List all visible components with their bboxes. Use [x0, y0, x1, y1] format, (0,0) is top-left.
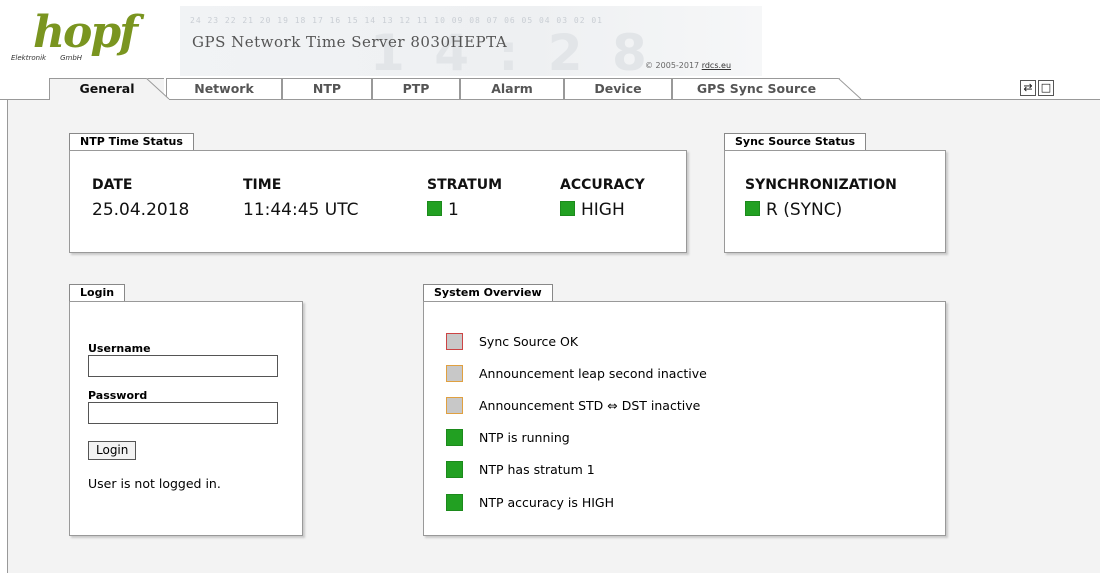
tab-ptp[interactable]: PTP — [372, 78, 460, 99]
sync-label: SYNCHRONIZATION — [745, 177, 897, 193]
overview-panel: Sync Source OK Announcement leap second … — [423, 301, 946, 536]
login-status-text: User is not logged in. — [88, 476, 221, 491]
login-panel: Username Password Login User is not logg… — [69, 301, 303, 536]
copyright-link[interactable]: rdcs.eu — [702, 61, 731, 70]
tab-ntp[interactable]: NTP — [282, 78, 372, 99]
time-value: 11:44:45 UTC — [243, 200, 359, 220]
status-indicator-icon — [446, 365, 463, 382]
tab-gps-sync-source[interactable]: GPS Sync Source — [672, 78, 840, 99]
stratum-label: STRATUM — [427, 177, 503, 193]
time-label: TIME — [243, 177, 282, 193]
username-input[interactable] — [88, 355, 278, 377]
overview-item-label: NTP accuracy is HIGH — [479, 495, 614, 510]
accuracy-value: HIGH — [560, 200, 625, 220]
overview-item: NTP is running — [446, 429, 570, 447]
status-indicator-icon — [446, 461, 463, 478]
tab-gps-corner — [838, 78, 862, 100]
sync-value-text: R (SYNC) — [766, 200, 843, 220]
overview-item-label: Announcement STD ⇔ DST inactive — [479, 398, 701, 413]
overview-item-label: NTP is running — [479, 430, 570, 445]
overview-item: Announcement leap second inactive — [446, 365, 707, 383]
accuracy-value-text: HIGH — [581, 200, 625, 220]
ntp-status-panel: DATE 25.04.2018 TIME 11:44:45 UTC STRATU… — [69, 150, 687, 253]
ntp-status-title: NTP Time Status — [69, 133, 194, 150]
status-indicator-icon — [446, 397, 463, 414]
tab-network[interactable]: Network — [166, 78, 282, 99]
overview-title: System Overview — [423, 284, 553, 301]
sync-value: R (SYNC) — [745, 200, 842, 220]
sync-status-panel: SYNCHRONIZATION R (SYNC) — [724, 150, 946, 253]
header: 24 23 22 21 20 19 18 17 16 15 14 13 12 1… — [0, 0, 1100, 82]
logo-subtext: Elektronik GmbH — [11, 54, 82, 62]
sync-status-icon — [745, 201, 760, 216]
accuracy-label: ACCURACY — [560, 177, 645, 193]
logo-word: hopf — [33, 7, 138, 58]
overview-item: Announcement STD ⇔ DST inactive — [446, 397, 700, 415]
overview-item: Sync Source OK — [446, 333, 578, 351]
copyright: © 2005-2017 rdcs.eu — [645, 61, 731, 70]
status-indicator-icon — [446, 429, 463, 446]
copyright-text: © 2005-2017 — [645, 61, 702, 70]
logo-sub-left: Elektronik — [11, 54, 47, 62]
stratum-value: 1 — [427, 200, 459, 220]
product-title: GPS Network Time Server 8030HEPTA — [192, 33, 508, 51]
sync-status-title: Sync Source Status — [724, 133, 867, 150]
password-label: Password — [88, 389, 148, 402]
tab-alarm[interactable]: Alarm — [460, 78, 564, 99]
hopf-logo: hopf Elektronik GmbH — [11, 7, 143, 64]
overview-item: NTP has stratum 1 — [446, 461, 595, 479]
password-input[interactable] — [88, 402, 278, 424]
stratum-value-text: 1 — [448, 200, 459, 220]
tab-general-corner — [146, 78, 170, 100]
stratum-status-icon — [427, 201, 442, 216]
refresh-icon[interactable]: ⇄ — [1020, 80, 1036, 96]
status-indicator-icon — [446, 494, 463, 511]
logo-sub-right: GmbH — [60, 54, 83, 62]
overview-item-label: Sync Source OK — [479, 334, 579, 349]
accuracy-status-icon — [560, 201, 575, 216]
date-value: 25.04.2018 — [92, 200, 190, 220]
tab-device[interactable]: Device — [564, 78, 672, 99]
login-button[interactable]: Login — [88, 441, 137, 460]
overview-item: NTP accuracy is HIGH — [446, 494, 614, 512]
login-title: Login — [69, 284, 126, 301]
username-label: Username — [88, 342, 151, 355]
status-indicator-icon — [446, 333, 463, 350]
overview-item-label: NTP has stratum 1 — [479, 462, 595, 477]
overview-item-label: Announcement leap second inactive — [479, 366, 707, 381]
popout-icon[interactable]: □ — [1038, 80, 1054, 96]
window-buttons: ⇄ □ — [1020, 80, 1100, 98]
tab-bar: General Network NTP PTP Alarm Device GPS… — [0, 78, 1100, 100]
date-label: DATE — [92, 177, 133, 193]
